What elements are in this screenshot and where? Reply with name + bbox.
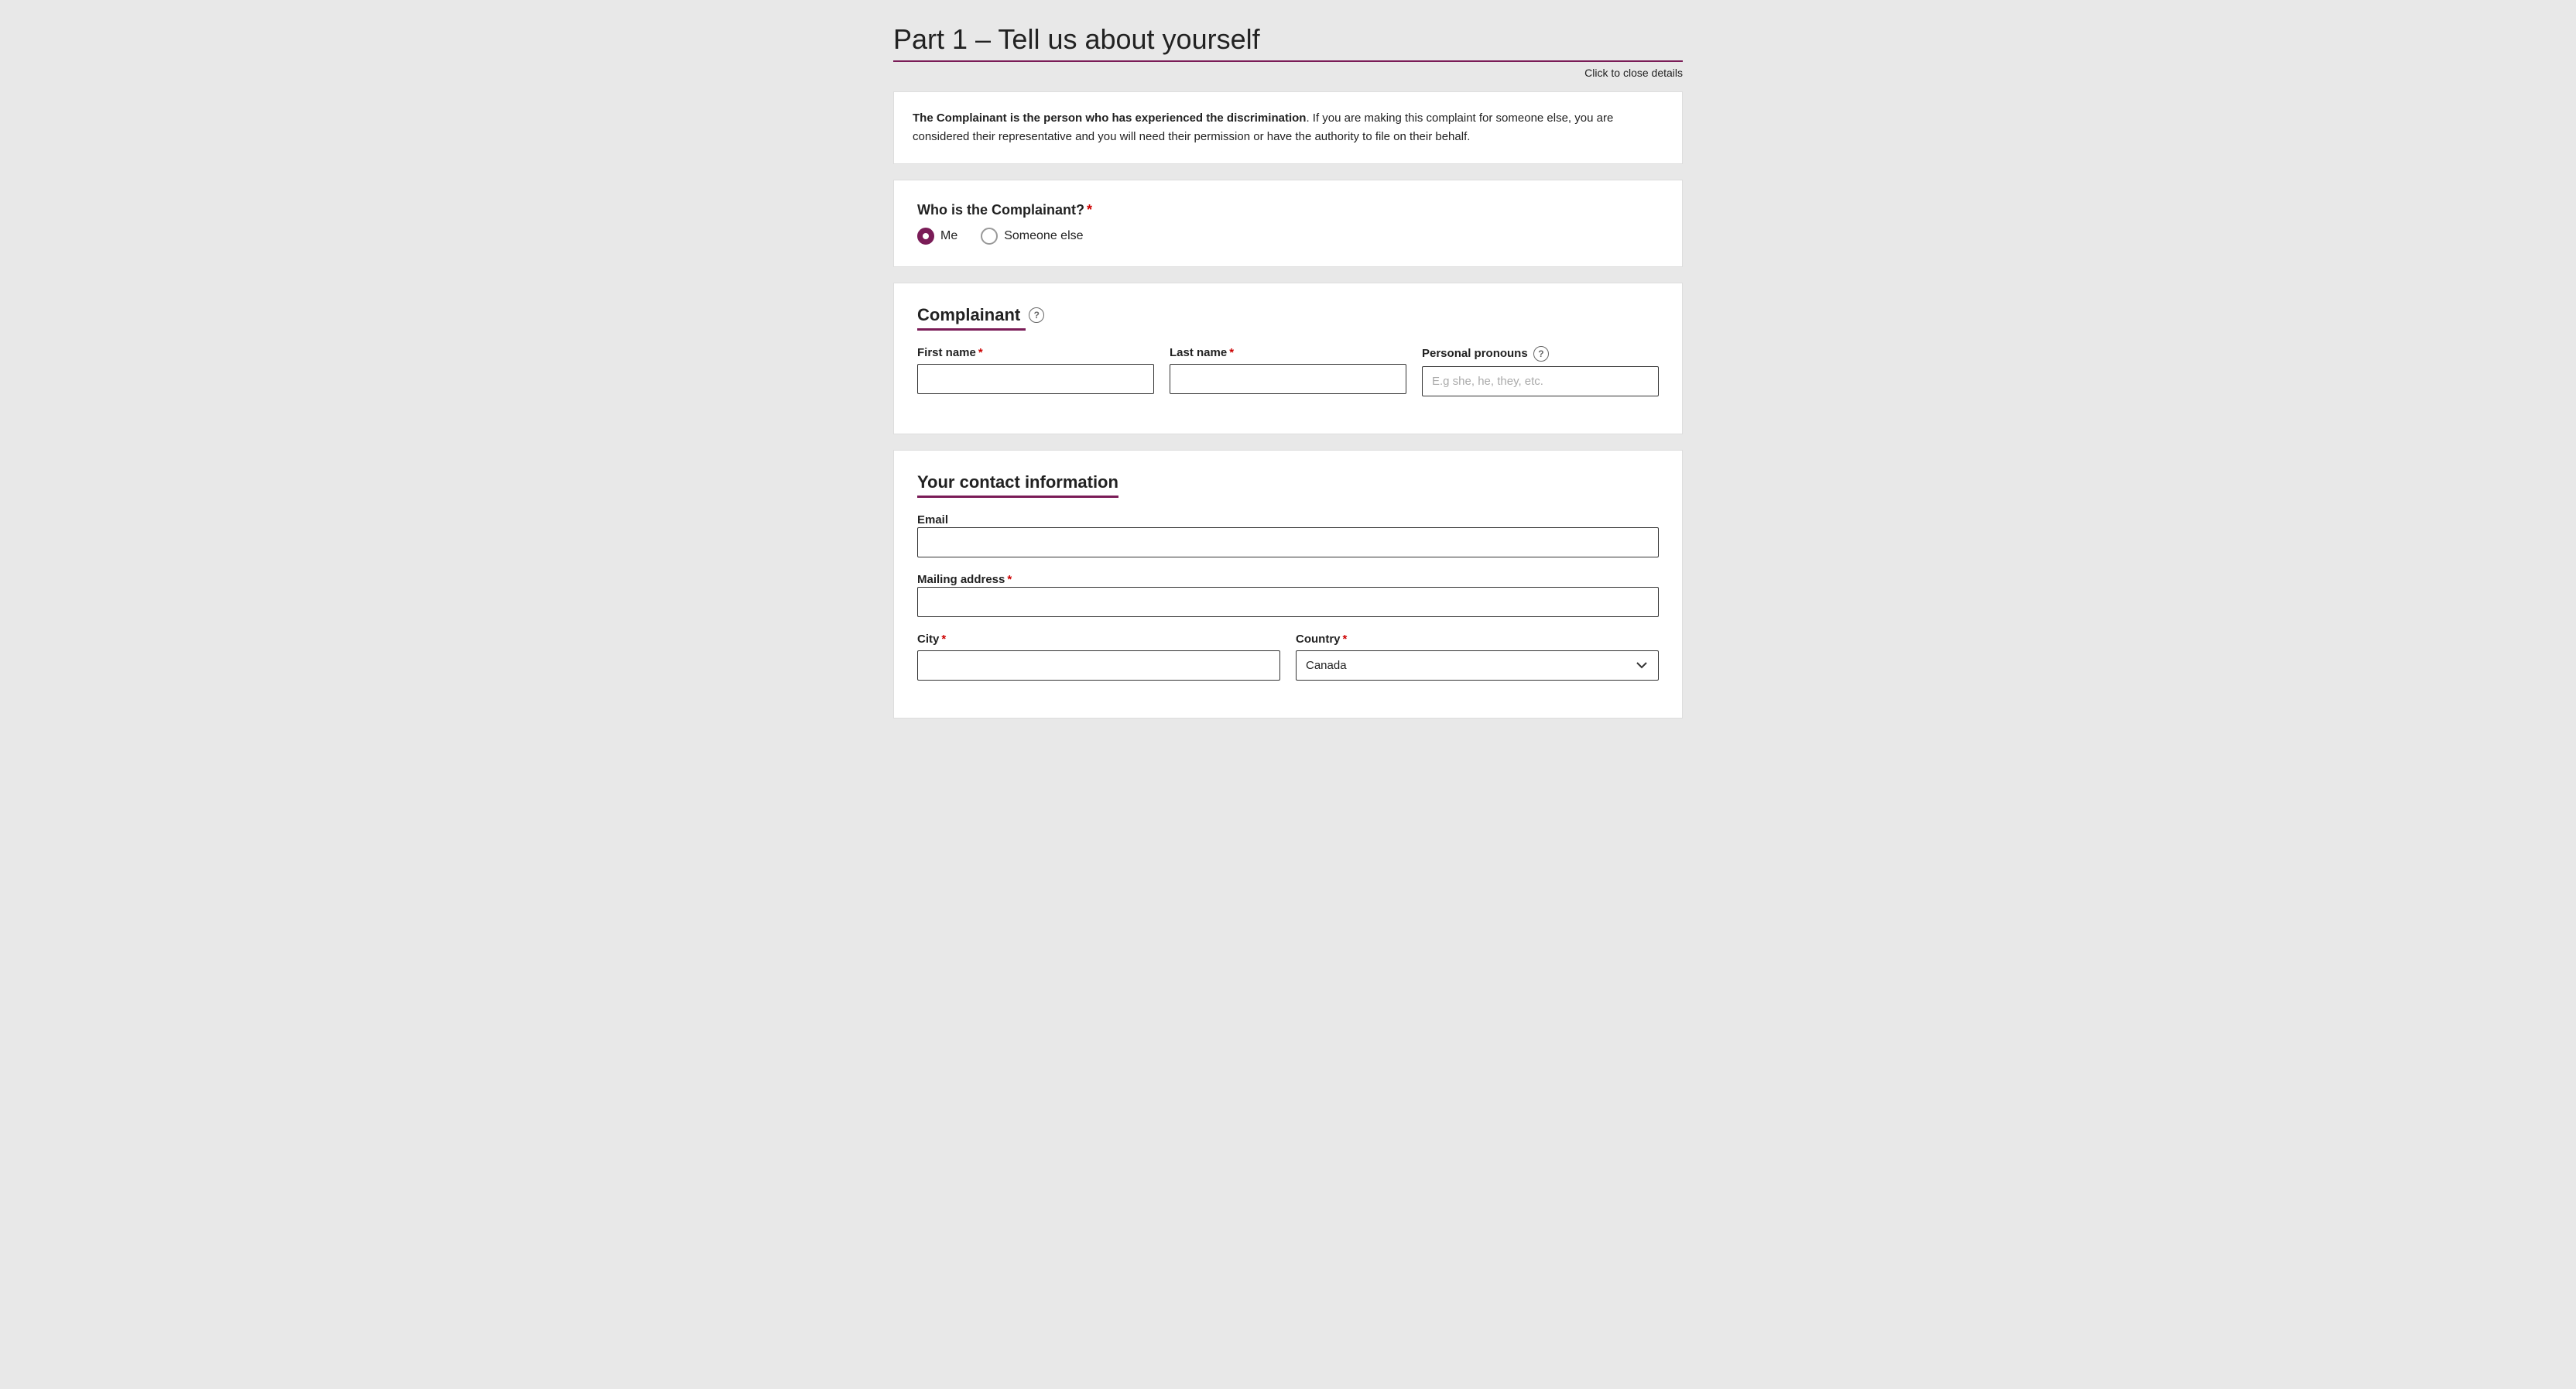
page-wrapper: Part 1 – Tell us about yourself Click to…	[878, 0, 1698, 780]
last-name-field: Last name*	[1170, 346, 1406, 396]
country-field: Country* Canada United States Other	[1296, 633, 1659, 681]
complainant-question-label: Who is the Complainant?*	[917, 202, 1659, 218]
contact-section-underline	[917, 496, 1118, 498]
first-name-required: *	[978, 346, 983, 359]
complainant-section-underline	[917, 328, 1026, 331]
radio-option-someone-else[interactable]: Someone else	[981, 228, 1083, 245]
radio-me[interactable]	[917, 228, 934, 245]
pronouns-field: Personal pronouns ?	[1422, 346, 1659, 396]
radio-someone-else[interactable]	[981, 228, 998, 245]
country-label: Country*	[1296, 633, 1659, 646]
email-input[interactable]	[917, 527, 1659, 557]
required-star-complainant: *	[1087, 202, 1092, 218]
complainant-section-title: Complainant ?	[917, 305, 1659, 325]
pronouns-label: Personal pronouns ?	[1422, 346, 1659, 362]
first-name-input[interactable]	[917, 364, 1154, 394]
mailing-address-label-text: Mailing address	[917, 573, 1005, 586]
complainant-section-card: Complainant ? First name* Last name*	[893, 283, 1683, 434]
complainant-question-text: Who is the Complainant?	[917, 202, 1084, 218]
mailing-address-required: *	[1007, 573, 1012, 586]
mailing-address-label: Mailing address*	[917, 573, 1012, 586]
contact-section-title: Your contact information	[917, 472, 1659, 492]
country-required: *	[1343, 633, 1348, 646]
contact-section-title-text: Your contact information	[917, 472, 1118, 492]
radio-me-label: Me	[940, 229, 957, 243]
last-name-required: *	[1229, 346, 1234, 359]
country-label-text: Country	[1296, 633, 1341, 646]
pronouns-input[interactable]	[1422, 366, 1659, 396]
page-title: Part 1 – Tell us about yourself	[893, 23, 1683, 56]
complainant-question-card: Who is the Complainant?* Me Someone else	[893, 180, 1683, 267]
city-input[interactable]	[917, 650, 1280, 681]
email-label-text: Email	[917, 513, 948, 526]
close-details-container: Click to close details	[893, 67, 1683, 81]
info-box-bold: The Complainant is the person who has ex…	[913, 111, 1306, 125]
first-name-field: First name*	[917, 346, 1154, 396]
city-label-text: City	[917, 633, 939, 646]
email-field-container: Email	[917, 513, 1659, 557]
country-select[interactable]: Canada United States Other	[1296, 650, 1659, 681]
last-name-label-text: Last name	[1170, 346, 1227, 359]
info-box-text: The Complainant is the person who has ex…	[913, 109, 1663, 146]
last-name-input[interactable]	[1170, 364, 1406, 394]
complainant-section-title-text: Complainant	[917, 305, 1020, 325]
first-name-label: First name*	[917, 346, 1154, 359]
contact-section-card: Your contact information Email Mailing a…	[893, 450, 1683, 719]
city-label: City*	[917, 633, 1280, 646]
complainant-help-icon[interactable]: ?	[1029, 307, 1044, 323]
pronouns-help-icon[interactable]: ?	[1533, 346, 1549, 362]
radio-someone-else-label: Someone else	[1004, 229, 1083, 243]
pronouns-label-text: Personal pronouns	[1422, 347, 1528, 360]
mailing-address-input[interactable]	[917, 587, 1659, 617]
last-name-label: Last name*	[1170, 346, 1406, 359]
close-details-link[interactable]: Click to close details	[1584, 67, 1683, 79]
city-field: City*	[917, 633, 1280, 681]
radio-option-me[interactable]: Me	[917, 228, 957, 245]
email-label: Email	[917, 513, 948, 526]
city-country-row: City* Country* Canada United States Othe…	[917, 633, 1659, 681]
mailing-address-field-container: Mailing address*	[917, 573, 1659, 617]
complainant-radio-group: Me Someone else	[917, 228, 1659, 245]
title-divider	[893, 60, 1683, 62]
name-fields-row: First name* Last name* Personal pronouns…	[917, 346, 1659, 396]
first-name-label-text: First name	[917, 346, 976, 359]
city-required: *	[941, 633, 946, 646]
info-box: The Complainant is the person who has ex…	[893, 91, 1683, 164]
